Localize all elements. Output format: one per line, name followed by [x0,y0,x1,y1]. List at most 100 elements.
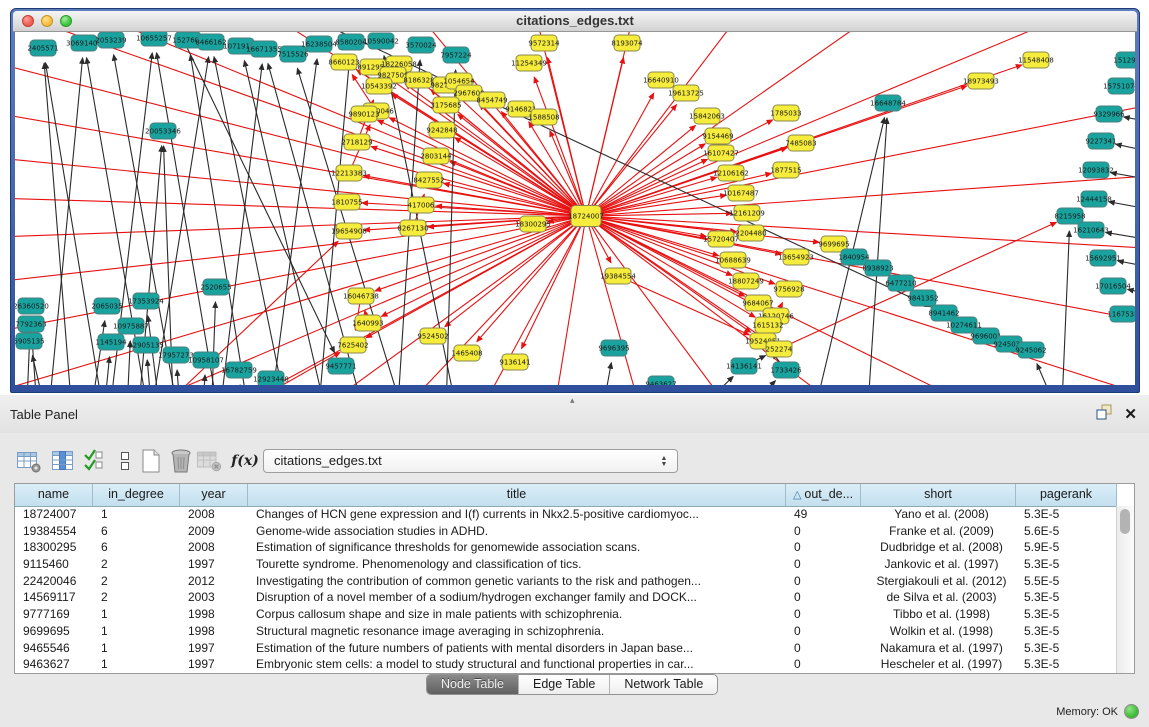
graph-node[interactable]: 8215958 [1054,208,1085,224]
graph-node[interactable]: 16238504 [301,36,337,52]
graph-node[interactable]: 15692951 [1085,250,1121,266]
graph-node[interactable]: 9329966 [1093,106,1125,122]
graph-node[interactable]: 19613725 [668,85,704,101]
graph-node[interactable]: 9245062 [1015,342,1046,358]
graph-node[interactable]: 3570024 [405,37,437,53]
graph-node[interactable]: 18724007 [568,206,604,227]
graph-node[interactable]: 1877515 [770,162,801,178]
graph-node[interactable]: 1512974 [1113,52,1135,68]
graph-node[interactable]: 11548408 [1018,52,1054,68]
graph-node[interactable]: 10543392 [361,78,397,94]
graph-node[interactable]: 17016504 [1095,278,1131,294]
network-window-titlebar[interactable]: citations_edges.txt [13,11,1137,32]
graph-node[interactable]: 1785033 [770,105,801,121]
table-row[interactable]: 946362711997Embryonic stem cells: a mode… [15,656,1117,673]
column-header-out_degree[interactable]: △out_de... [786,484,861,506]
graph-node[interactable]: 15720407 [703,231,739,247]
table-row[interactable]: 1938455462009Genome-wide association stu… [15,523,1117,540]
graph-node[interactable]: 8427552 [413,172,444,188]
graph-node[interactable]: 10958107 [188,352,224,368]
graph-node[interactable]: 6477210 [885,275,916,291]
zoom-window-button[interactable] [60,15,72,27]
graph-node[interactable]: 1465408 [451,345,482,361]
graph-node[interactable]: 2405571 [27,40,58,56]
graph-node[interactable]: 5905135 [15,333,45,349]
graph-node[interactable]: 8454749 [476,92,507,108]
graph-node[interactable]: 9890123 [348,106,379,122]
graph-node[interactable]: 1615132 [752,317,783,333]
graph-node[interactable]: 1810755 [331,194,362,210]
graph-node[interactable]: 14136141 [726,358,762,374]
column-select-icon[interactable] [50,448,76,474]
network-canvas[interactable]: 1872400795723141125434981930741664091019… [15,32,1135,385]
graph-node[interactable]: 19384554 [600,268,636,284]
table-row[interactable]: 977716911998Corpus callosum shape and si… [15,606,1117,623]
column-header-pagerank[interactable]: pagerank [1016,484,1117,506]
graph-node[interactable]: 16640910 [643,72,679,88]
graph-node[interactable]: 10655257 [136,32,172,46]
graph-node[interactable]: 16046738 [343,288,379,304]
table-selector-dropdown[interactable]: citations_edges.txt ▲▼ [263,449,678,473]
function-builder-icon[interactable]: f(x) [232,448,258,474]
graph-node[interactable]: 10688639 [715,252,751,268]
graph-node[interactable]: 2520655 [200,279,231,295]
graph-node[interactable]: 1640993 [352,315,383,331]
graph-node[interactable]: 12106162 [713,165,749,181]
table-row[interactable]: 1872400712008Changes of HCN gene express… [15,506,1117,523]
graph-node[interactable]: 11254349 [511,55,547,71]
graph-node[interactable]: 8267130 [397,220,428,236]
float-panel-icon[interactable] [1096,404,1112,425]
graph-node[interactable]: 15842063 [689,108,725,124]
graph-node[interactable]: 12093832 [1078,162,1114,178]
graph-node[interactable]: 16107427 [703,145,739,161]
graph-node[interactable]: 2053239 [95,32,126,48]
graph-node[interactable]: 12213383 [331,165,367,181]
graph-node[interactable]: 7625402 [337,337,368,353]
graph-node[interactable]: 15751074 [1103,78,1135,94]
graph-node[interactable]: 417006 [408,197,435,213]
graph-node[interactable]: 16782759 [221,362,257,378]
graph-node[interactable]: 2065035 [91,298,122,314]
graph-node[interactable]: 1167531 [1107,306,1135,322]
tab-node-table[interactable]: Node Table [427,675,519,694]
graph-node[interactable]: 7957224 [440,47,472,63]
graph-node[interactable]: 18973493 [963,73,999,89]
table-mode-icon[interactable] [16,448,42,474]
column-header-in_degree[interactable]: in_degree [93,484,180,506]
graph-node[interactable]: 16210643 [1073,222,1109,238]
graph-node[interactable]: 10975887 [113,318,149,334]
row-selector-icon[interactable] [112,448,138,474]
table-row[interactable]: 969969511998Structural magnetic resonanc… [15,623,1117,640]
split-handle[interactable]: ▴ [570,395,575,406]
graph-node[interactable]: 8193074 [611,35,643,51]
graph-node[interactable]: 18807249 [728,273,764,289]
graph-node[interactable]: 10167487 [723,185,759,201]
graph-node[interactable]: 16648784 [870,95,906,111]
graph-node[interactable]: 2718129 [341,134,372,150]
graph-node[interactable]: 252274 [766,341,793,357]
column-checklist-icon[interactable] [82,448,108,474]
graph-node[interactable]: 12923448 [253,371,289,385]
table-vertical-scrollbar[interactable] [1116,506,1134,673]
column-header-name[interactable]: name [15,484,93,506]
graph-node[interactable]: 9572314 [528,35,560,51]
table-row[interactable]: 1830029562008Estimation of significance … [15,539,1117,556]
graph-node[interactable]: 9524502 [417,328,448,344]
network-graph[interactable]: 1872400795723141125434981930741664091019… [15,32,1135,385]
close-panel-icon[interactable]: ✕ [1124,406,1137,424]
table-row[interactable]: 911546021997Tourette syndrome. Phenomeno… [15,556,1117,573]
tab-edge-table[interactable]: Edge Table [519,675,610,694]
delete-table-icon[interactable] [196,448,222,474]
graph-node[interactable]: 7792363 [15,316,46,332]
graph-node[interactable]: 2803144 [420,148,452,164]
graph-node[interactable]: 2204480 [735,225,766,241]
column-header-year[interactable]: year [180,484,248,506]
table-row[interactable]: 946554611997Estimation of the future num… [15,640,1117,657]
graph-node[interactable]: 8466162 [195,34,226,50]
graph-node[interactable]: 9463627 [645,376,676,385]
memory-status-button[interactable]: Memory: OK [1056,704,1139,719]
graph-node[interactable]: 18300295 [515,216,551,232]
graph-node[interactable]: 10590042 [363,33,399,49]
graph-node[interactable]: 9242848 [426,122,457,138]
graph-node[interactable]: 9756928 [773,281,804,297]
